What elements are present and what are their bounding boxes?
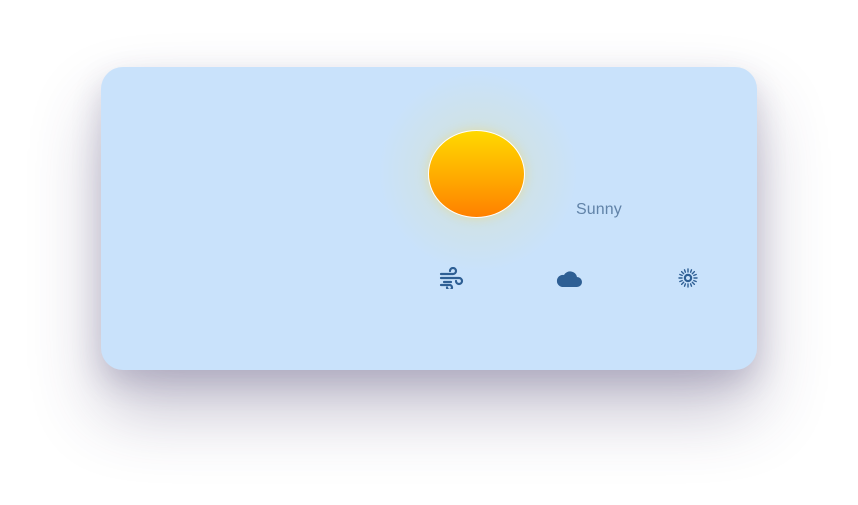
weather-widget-stage: Sunny [0, 0, 858, 505]
cloud-icon [556, 271, 582, 287]
weather-condition-label: Sunny [576, 201, 622, 218]
wind-icon [439, 267, 464, 289]
weather-card: Sunny [101, 67, 757, 370]
sun-graphic [428, 130, 525, 218]
sun-icon [678, 268, 698, 288]
